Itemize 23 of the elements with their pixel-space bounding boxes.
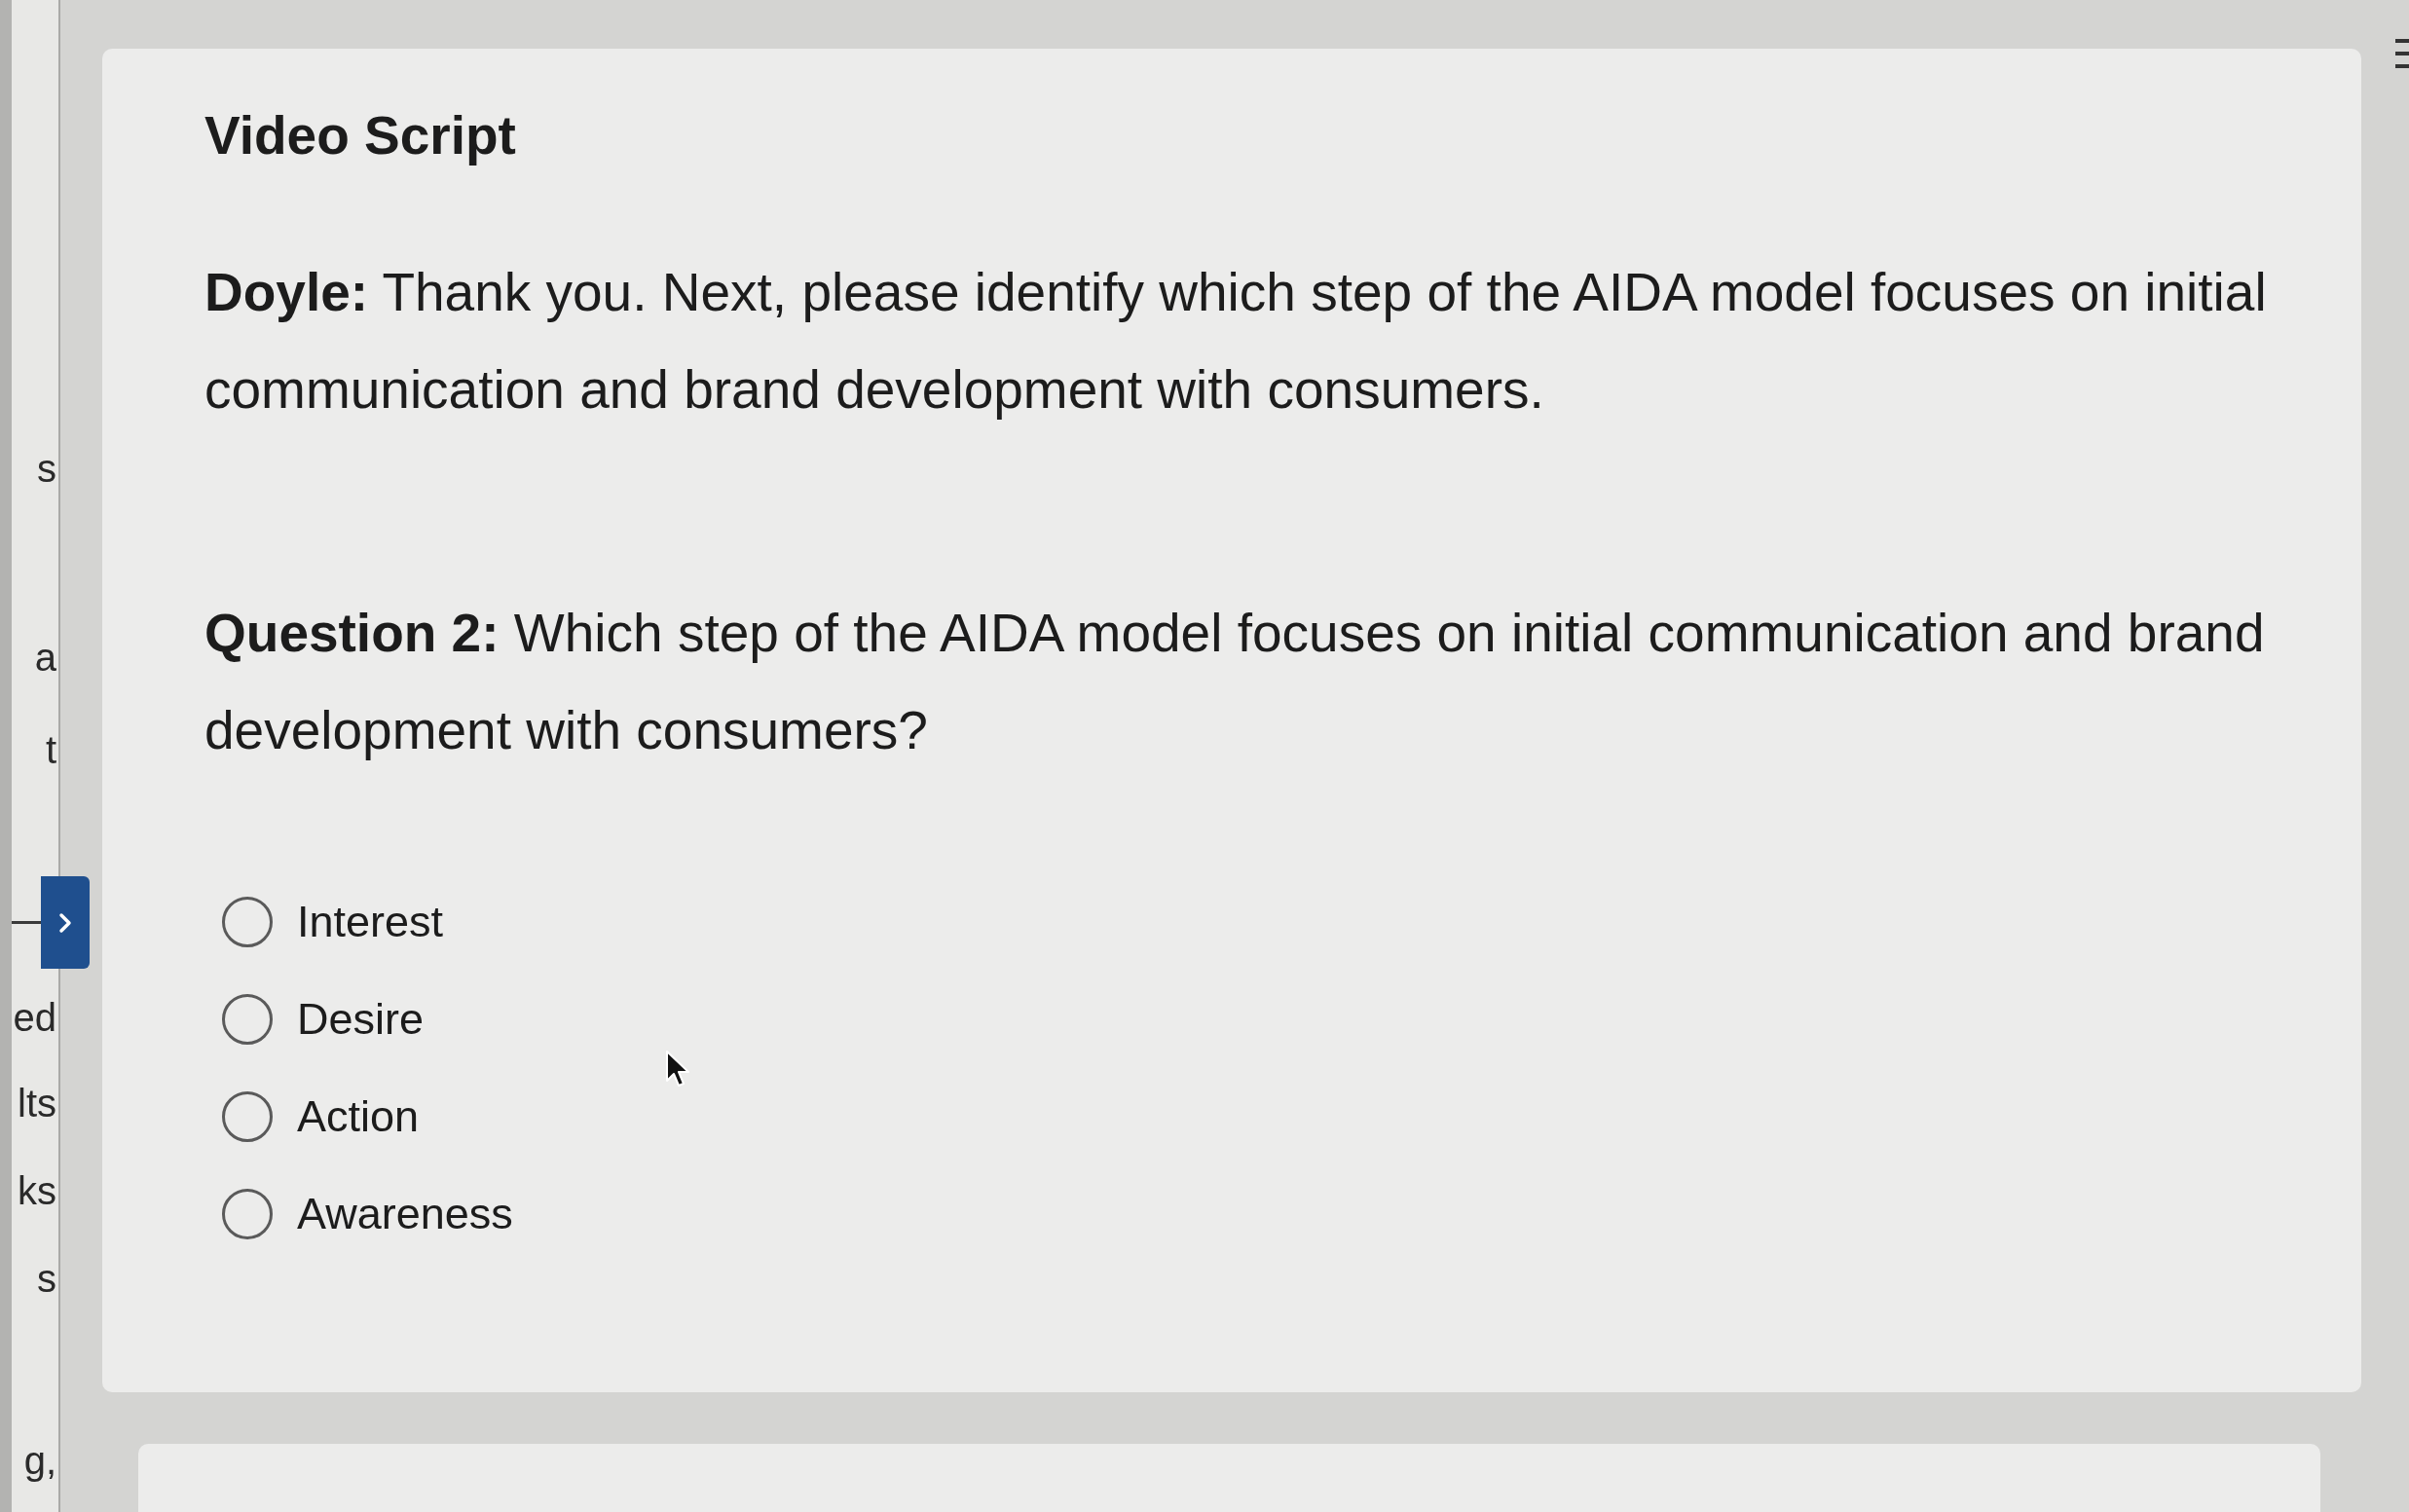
cursor-icon — [665, 1050, 690, 1088]
sidebar-item[interactable]: s — [37, 1255, 58, 1302]
sidebar-item[interactable]: ks — [18, 1167, 58, 1214]
answer-option[interactable]: Action — [222, 1068, 420, 1165]
menu-icon[interactable] — [2395, 39, 2409, 68]
radio-button[interactable] — [222, 1091, 273, 1142]
sidebar-item[interactable]: a — [34, 634, 58, 681]
answer-option[interactable]: Desire — [222, 971, 425, 1068]
answer-option[interactable]: Awareness — [222, 1165, 513, 1263]
script-text: Doyle: Thank you. Next, please identify which step of the AIDA model focuses on initial communication and brand development with consumers. — [204, 261, 2268, 422]
chevron-right-icon — [58, 911, 72, 934]
sidebar-item[interactable]: lts — [18, 1080, 58, 1126]
radio-button[interactable] — [222, 897, 273, 947]
sidebar-toggle-button[interactable] — [41, 876, 90, 969]
question-text: Question 2: Which step of the AIDA model focuses on initial communication and brand development with consumers? — [204, 602, 2266, 762]
answer-option[interactable]: Interest — [222, 873, 444, 971]
sidebar-item[interactable]: s — [37, 445, 58, 492]
sidebar-item[interactable]: ed — [13, 994, 58, 1041]
radio-button[interactable] — [222, 994, 273, 1045]
sidebar-item[interactable]: g, — [23, 1437, 58, 1484]
section-title: Video Script — [204, 104, 516, 166]
sidebar-item[interactable]: t — [45, 726, 58, 773]
radio-button[interactable] — [222, 1189, 273, 1239]
